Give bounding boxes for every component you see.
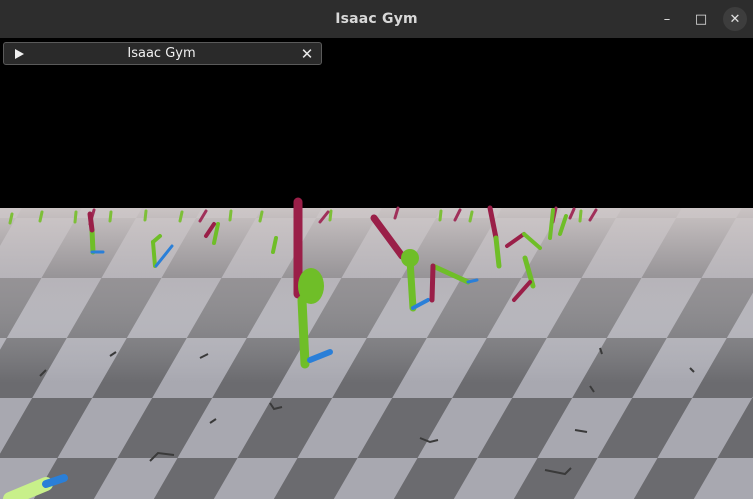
minimize-button[interactable]: – <box>655 7 679 31</box>
panel-close-button[interactable]: ✕ <box>293 45 321 63</box>
viewer-panel: Isaac Gym ✕ <box>3 42 322 65</box>
close-button[interactable]: ✕ <box>723 7 747 31</box>
close-icon: ✕ <box>300 44 314 63</box>
panel-title: Isaac Gym <box>127 46 196 61</box>
window-title: Isaac Gym <box>335 11 418 27</box>
maximize-button[interactable]: □ <box>689 7 713 31</box>
window-titlebar: Isaac Gym – □ ✕ <box>0 0 753 38</box>
play-button[interactable] <box>4 48 30 59</box>
play-icon <box>14 48 24 59</box>
scene-render <box>0 38 753 499</box>
window-controls: – □ ✕ <box>655 0 747 38</box>
simulation-viewport[interactable] <box>0 38 753 499</box>
